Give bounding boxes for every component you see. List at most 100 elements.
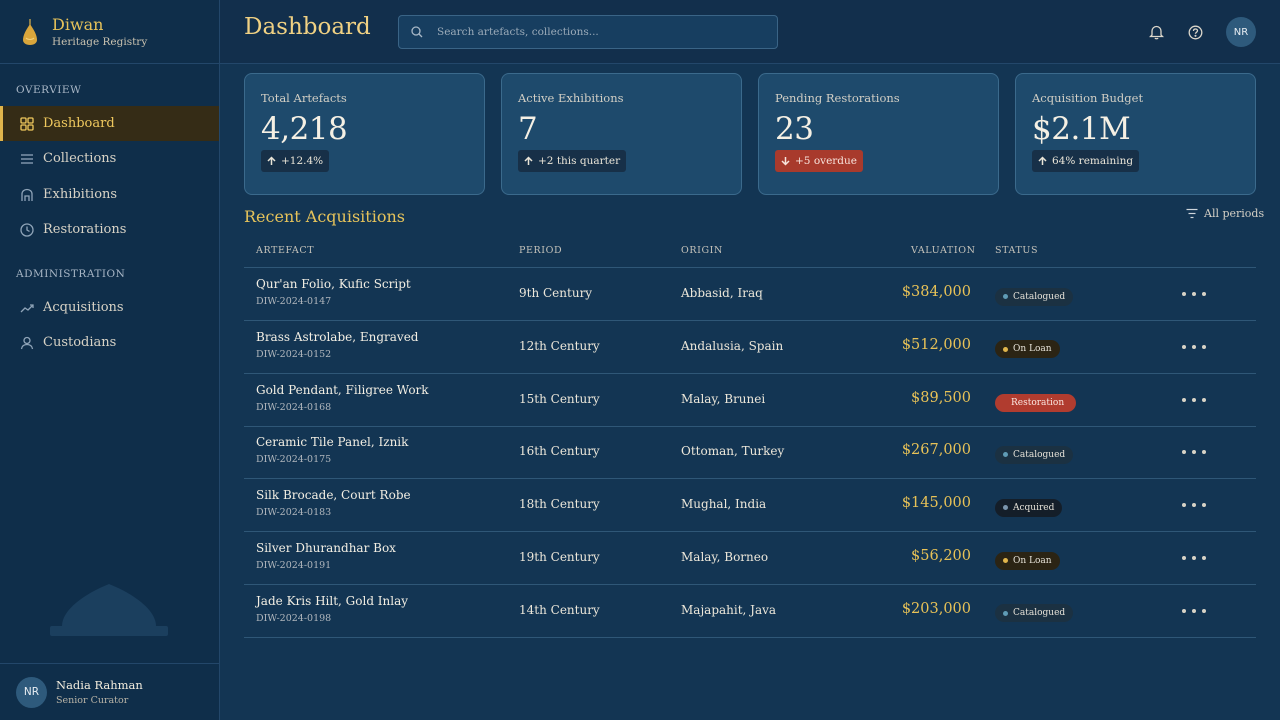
row-more-options-icon[interactable] (1182, 448, 1206, 456)
table-row[interactable]: Ceramic Tile Panel, Iznik DIW-2024-0175 16… (244, 426, 1256, 480)
table-row[interactable]: Jade Kris Hilt, Gold Inlay DIW-2024-0198 1… (244, 585, 1256, 638)
stat-card-total-artefacts[interactable]: Total Artefacts 4,218 +12.4% (244, 73, 485, 195)
sidebar-item-restorations[interactable]: Restorations (0, 212, 219, 247)
lamp-logo-icon (23, 18, 37, 45)
valuation-cell: $267,000 (901, 442, 971, 459)
filter-icon (1186, 208, 1198, 219)
status-dot-icon (1003, 346, 1008, 352)
table-row[interactable]: Gold Pendant, Filigree Work DIW-2024-0168… (244, 374, 1256, 427)
help-icon[interactable] (1186, 23, 1204, 41)
period-cell: 19th Century (519, 550, 600, 564)
status-badge: Catalogued (995, 287, 1074, 306)
artefact-name[interactable]: Jade Kris Hilt, Gold Inlay (256, 594, 408, 608)
sidebar-item-collections[interactable]: Collections (0, 141, 219, 176)
brand[interactable]: Diwan Heritage Registry (0, 0, 219, 64)
column-header-period[interactable]: PERIOD (519, 245, 562, 256)
status-cell: Catalogued (995, 601, 1074, 623)
artefact-id: DIW-2024-0147 (256, 296, 332, 307)
status-dot-icon (1003, 452, 1008, 458)
section-label-administration: ADMINISTRATION (16, 268, 126, 280)
sidebar-item-custodians[interactable]: Custodians (0, 325, 219, 360)
row-more-options-icon[interactable] (1182, 343, 1206, 351)
sidebar-item-label: Custodians (43, 335, 117, 350)
clock-icon (19, 222, 35, 238)
section-label-overview: OVERVIEW (16, 84, 82, 96)
status-cell: On Loan (995, 337, 1060, 359)
artefact-id: DIW-2024-0191 (256, 560, 332, 571)
row-more-options-icon[interactable] (1182, 607, 1206, 615)
row-more-options-icon[interactable] (1182, 396, 1206, 404)
sidebar-item-exhibitions[interactable]: Exhibitions (0, 177, 219, 212)
user-profile[interactable]: NR Nadia Rahman Senior Curator (0, 663, 219, 720)
status-badge: Restoration (995, 393, 1077, 412)
period-cell: 18th Century (519, 497, 600, 512)
artefact-name[interactable]: Silk Brocade, Court Robe (256, 488, 411, 502)
stat-label: Active Exhibitions (518, 91, 624, 105)
brand-name: Diwan (52, 14, 104, 34)
artefact-name[interactable]: Gold Pendant, Filigree Work (256, 383, 429, 397)
search-input[interactable] (437, 26, 757, 38)
status-text: On Loan (1013, 344, 1052, 355)
period-filter-button[interactable]: All periods (1186, 207, 1264, 220)
origin-cell: Andalusia, Spain (681, 338, 784, 353)
period-cell: 14th Century (519, 602, 600, 617)
trend-icon (19, 300, 35, 316)
row-more-options-icon[interactable] (1182, 501, 1206, 509)
sidebar-item-label: Restorations (43, 222, 127, 237)
status-cell: Catalogued (995, 442, 1074, 464)
stat-card-active-exhibitions[interactable]: Active Exhibitions 7 +2 this quarter (501, 73, 742, 195)
table-row[interactable]: Silver Dhurandhar Box DIW-2024-0191 19th C… (244, 532, 1256, 585)
origin-cell: Ottoman, Turkey (681, 444, 785, 459)
user-icon (19, 335, 35, 351)
artefact-name[interactable]: Silver Dhurandhar Box (256, 541, 396, 555)
page-title: Dashboard (244, 14, 371, 40)
avatar: NR (16, 676, 47, 708)
status-badge: Catalogued (995, 445, 1074, 464)
origin-cell: Majapahit, Java (681, 602, 777, 617)
valuation-cell: $89,500 (911, 389, 971, 406)
stat-label: Total Artefacts (261, 91, 347, 105)
stat-card-pending-restorations[interactable]: Pending Restorations 23 +5 overdue (758, 73, 999, 195)
top-header: Dashboard NR (220, 0, 1280, 64)
search-box[interactable] (398, 15, 778, 49)
sidebar-item-dashboard[interactable]: Dashboard (0, 106, 219, 141)
table-row[interactable]: Qur'an Folio, Kufic Script DIW-2024-0147 9… (244, 268, 1256, 321)
stat-value: 4,218 (261, 111, 348, 147)
column-header-artefact[interactable]: ARTEFACT (256, 245, 314, 256)
table-row[interactable]: Brass Astrolabe, Engraved DIW-2024-0152 12… (244, 321, 1256, 374)
artefact-name[interactable]: Ceramic Tile Panel, Iznik (256, 435, 408, 449)
stat-card-acquisition-budget[interactable]: Acquisition Budget $2.1M 64% remaining (1015, 73, 1256, 195)
bell-icon[interactable] (1147, 23, 1165, 41)
status-badge: On Loan (995, 551, 1060, 570)
artefact-name[interactable]: Qur'an Folio, Kufic Script (256, 277, 411, 291)
section-title-recent-acquisitions: Recent Acquisitions (244, 207, 405, 226)
brand-subtitle: Heritage Registry (52, 35, 148, 48)
column-header-valuation[interactable]: VALUATION (911, 245, 976, 256)
valuation-cell: $512,000 (901, 336, 971, 353)
stat-delta-badge: +5 overdue (775, 150, 864, 172)
artefact-name[interactable]: Brass Astrolabe, Engraved (256, 330, 418, 344)
status-cell: Restoration (995, 390, 1077, 412)
sidebar: Diwan Heritage Registry OVERVIEW Dashboa… (0, 0, 220, 720)
artefact-cell: Silk Brocade, Court Robe DIW-2024-0183 (256, 488, 411, 518)
column-header-origin[interactable]: ORIGIN (681, 245, 723, 256)
header-avatar[interactable]: NR (1226, 17, 1256, 47)
row-more-options-icon[interactable] (1182, 554, 1206, 562)
status-cell: Catalogued (995, 284, 1074, 306)
table-header: ARTEFACT PERIOD ORIGIN VALUATION STATUS (244, 235, 1256, 268)
stat-delta-text: +12.4% (281, 155, 324, 167)
status-cell: Acquired (995, 495, 1063, 517)
artefact-cell: Brass Astrolabe, Engraved DIW-2024-0152 (256, 330, 418, 360)
sidebar-item-label: Collections (43, 151, 117, 166)
stat-delta-badge: +12.4% (261, 150, 330, 172)
table-row[interactable]: Silk Brocade, Court Robe DIW-2024-0183 18t… (244, 479, 1256, 533)
column-header-status[interactable]: STATUS (995, 245, 1038, 256)
row-more-options-icon[interactable] (1182, 290, 1206, 298)
filter-label: All periods (1204, 207, 1265, 220)
stat-value: $2.1M (1032, 111, 1131, 147)
artefact-id: DIW-2024-0183 (256, 507, 332, 519)
profile-name: Nadia Rahman (56, 678, 143, 692)
sidebar-item-acquisitions[interactable]: Acquisitions (0, 290, 219, 325)
status-text: Restoration (1011, 397, 1065, 408)
stat-delta-text: 64% remaining (1052, 155, 1134, 167)
